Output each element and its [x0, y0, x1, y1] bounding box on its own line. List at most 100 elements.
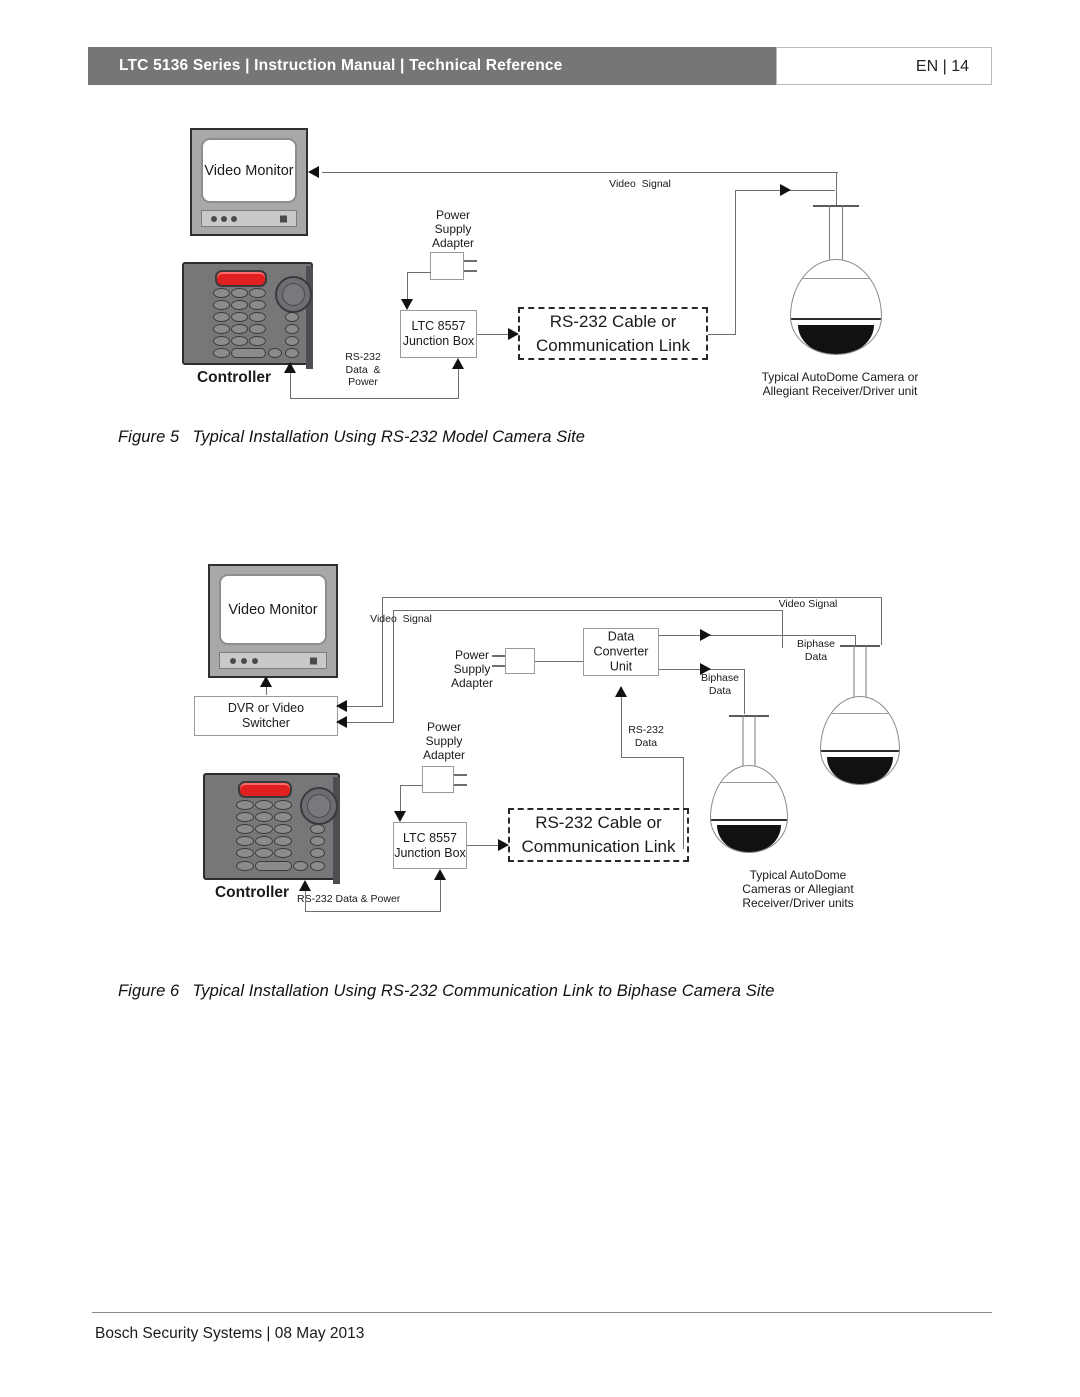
monitor-control-strip [219, 652, 327, 669]
controller-key [255, 800, 273, 810]
psu-block [505, 648, 535, 674]
controller-function-key [310, 848, 325, 858]
controller-led-display [238, 781, 292, 798]
controller-key [274, 800, 292, 810]
monitor-power-button [310, 657, 317, 664]
camera-dome-body [710, 765, 788, 853]
camera-band-upper [825, 713, 895, 715]
controller-key [255, 836, 273, 846]
controller-key [236, 812, 254, 822]
camera-band-lower [711, 819, 787, 822]
power-supply-adapter-bottom [422, 766, 467, 793]
wire-video-in-1 [347, 706, 383, 708]
arrow-biphase-1 [700, 629, 711, 641]
monitor-screen-label: Video Monitor [228, 601, 318, 618]
camera-band-lower [821, 750, 899, 753]
wire-rs232-bottom [621, 757, 684, 759]
figure6-caption: Figure 6 Typical Installation Using RS-23… [118, 982, 775, 1001]
monitor-indicator-dot [230, 657, 236, 664]
figure6-diagram: Video Monitor DVR or Video Switcher Vide… [0, 0, 1080, 960]
arrow-rs232-to-converter [615, 686, 627, 697]
controller-function-key [310, 824, 325, 834]
video-signal-label-right: Video Signal [778, 598, 838, 610]
dvr-switcher-box: DVR or Video Switcher [194, 696, 338, 736]
controller-key [236, 836, 254, 846]
dvr-switcher-label: DVR or Video Switcher [227, 701, 305, 730]
wire-controller-loop-bottom [305, 911, 441, 913]
controller-function-key [310, 836, 325, 846]
arrow-to-controller [299, 880, 311, 891]
camera-bubble [717, 825, 781, 852]
controller-key [274, 836, 292, 846]
power-supply-adapter-top [492, 648, 535, 674]
camera-mount-pole [742, 715, 756, 767]
psu-block [422, 766, 454, 793]
monitor-indicator-dot [241, 657, 247, 664]
junction-box-label: LTC 8557 Junction Box [394, 830, 466, 860]
psu-label-bottom: Power Supply Adapter [422, 720, 466, 762]
controller-key [274, 848, 292, 858]
autodome-camera-caption: Typical AutoDome Cameras or Allegiant Re… [742, 868, 854, 910]
footer-text: Bosch Security Systems | 08 May 2013 [95, 1325, 365, 1342]
camera-bubble [827, 757, 893, 784]
controller-key [293, 861, 308, 871]
biphase-data-label-left: Biphase Data [701, 672, 739, 697]
monitor-screen: Video Monitor [219, 574, 327, 645]
autodome-camera [710, 715, 788, 853]
wire-video-signal-second [393, 610, 783, 612]
rs232-data-label: RS-232 Data [628, 724, 664, 749]
camera-band-upper [715, 782, 783, 784]
wire-rs232-to-converter [621, 696, 623, 758]
document-page: LTC 5136 Series | Instruction Manual | T… [0, 0, 1080, 1397]
controller-key [255, 812, 273, 822]
camera-mount-pole [853, 645, 867, 698]
data-converter-label: Data Converter Unit [593, 629, 649, 674]
video-signal-label-left: Video Signal [370, 613, 432, 625]
arrow-video-in-1 [336, 700, 347, 712]
controller-keypad [203, 773, 340, 884]
psu-prong [454, 774, 467, 776]
controller-key [236, 861, 254, 871]
wire-psu-out-bottom [400, 785, 423, 787]
controller-key [274, 824, 292, 834]
controller-key [236, 848, 254, 858]
camera-dome-body [820, 696, 900, 785]
wire-biphase-out-1 [659, 635, 725, 637]
controller-key [255, 824, 273, 834]
wire-controller-loop-left [305, 890, 307, 912]
figure6-caption-text: Typical Installation Using RS-232 Commun… [192, 982, 775, 1000]
wire-video-in-2 [347, 722, 394, 724]
controller-space-key [255, 861, 292, 871]
data-converter-unit: Data Converter Unit [583, 628, 659, 676]
wire-video-in-2-up [393, 610, 395, 723]
controller-key [236, 824, 254, 834]
arrow-dvr-to-monitor [260, 676, 272, 687]
comm-link-label: RS-232 Cable or Communication Link [521, 813, 676, 856]
psu-prong [454, 784, 467, 786]
arrow-video-in-2 [336, 716, 347, 728]
wire-psu-down-bottom [400, 785, 402, 813]
wire-video-signal-right-down [881, 597, 883, 645]
wire-dvr-to-monitor [266, 686, 268, 695]
controller-key [274, 812, 292, 822]
controller-function-key [310, 861, 325, 871]
controller-joystick [300, 787, 338, 825]
controller-side-shade [333, 777, 340, 884]
wire-psu-to-converter [535, 661, 583, 663]
video-monitor: Video Monitor [208, 564, 338, 678]
controller-key [255, 848, 273, 858]
junction-box: LTC 8557 Junction Box [393, 822, 467, 869]
controller-key [236, 800, 254, 810]
arrow-to-junction-box [434, 869, 446, 880]
monitor-indicator-dot [252, 657, 258, 664]
wire-video-signal-second-down [782, 610, 784, 648]
rs232-data-power-label: RS-232 Data & Power [297, 893, 401, 905]
comm-link-box: RS-232 Cable or Communication Link [508, 808, 689, 862]
arrow-psu-to-junction [394, 811, 406, 822]
controller-label: Controller [214, 884, 290, 901]
autodome-camera [820, 645, 900, 785]
psu-prong [492, 655, 505, 657]
footer-divider [92, 1312, 992, 1313]
figure6-caption-number: Figure 6 [118, 982, 180, 1000]
wire-controller-loop-right [440, 880, 442, 912]
